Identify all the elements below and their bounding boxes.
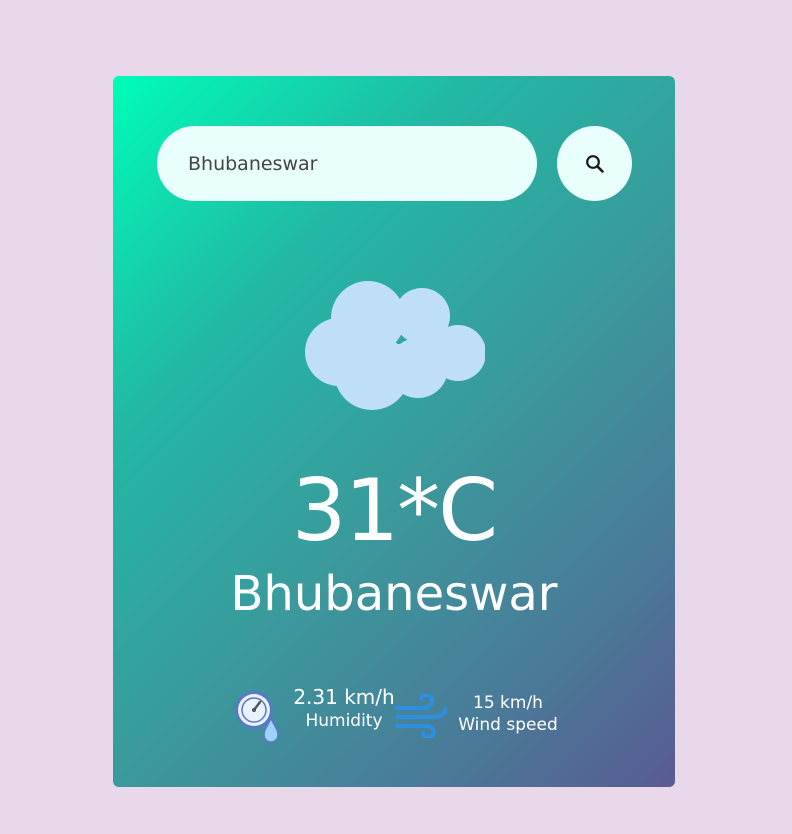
wind-value: 15 km/h — [473, 693, 543, 713]
wind-icon — [395, 694, 447, 738]
humidity-label: Humidity — [305, 711, 383, 731]
cloud-icon — [305, 281, 485, 410]
weather-details: 2.31 km/h Humidity 15 km/h Wind speed — [113, 682, 675, 752]
humidity-gauge-icon — [235, 691, 279, 743]
city-name: Bhubaneswar — [230, 566, 558, 622]
wind-label: Wind speed — [458, 715, 558, 735]
humidity-value: 2.31 km/h — [293, 685, 395, 709]
search-button[interactable] — [557, 126, 632, 201]
search-icon — [585, 154, 604, 173]
wind-group: 15 km/h Wind speed — [453, 692, 563, 736]
humidity-group: 2.31 km/h Humidity — [289, 684, 399, 732]
search-input[interactable] — [157, 126, 537, 201]
weather-card: 31*C Bhubaneswar 2.31 km/h Humidity 15 k… — [113, 76, 675, 787]
temperature: 31*C — [291, 461, 498, 561]
